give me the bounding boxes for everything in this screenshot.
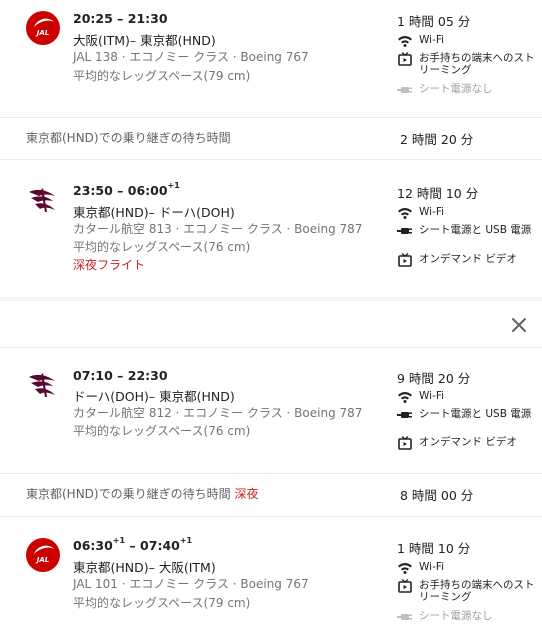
qatar-airways-logo: [29, 373, 55, 397]
legroom: 平均的なレッグスペース(76 cm): [73, 424, 251, 438]
divider: [0, 347, 542, 348]
flight-route: ドーハ(DOH)– 東京都(HND): [73, 389, 235, 404]
flight-times: 20:25 – 21:30: [73, 11, 168, 26]
layover-duration: 8 時間 00 分: [400, 488, 474, 503]
amenity-label: シート電源なし: [419, 83, 493, 95]
tv-icon: [398, 579, 412, 593]
layover-row: 東京都(HND)での乗り継ぎの待ち時間 深夜 8 時間 00 分: [0, 485, 542, 503]
wifi-icon: [398, 208, 412, 219]
arrival-time: 07:40: [140, 538, 180, 553]
divider: [0, 159, 542, 160]
departure-arrival-time: 23:50 – 06:00: [73, 183, 168, 198]
amenity-label: シート電源なし: [419, 610, 493, 622]
amenity-label: シート電源と USB 電源: [419, 408, 532, 420]
section-separator: [0, 297, 542, 301]
legroom: 平均的なレッグスペース(79 cm): [73, 69, 251, 83]
layover-text-main: 東京都(HND)での乗り継ぎの待ち時間: [26, 487, 231, 501]
flight-details: JAL 101 · エコノミー クラス · Boeing 767: [73, 577, 309, 591]
qatar-airways-logo: [29, 188, 55, 212]
amenity-label: Wi-Fi: [419, 390, 445, 402]
svg-text:JAL: JAL: [35, 556, 49, 564]
power-plug-icon: [397, 228, 412, 234]
close-icon[interactable]: [511, 317, 527, 333]
plug-icon: [397, 87, 412, 93]
amenity-label: オンデマンド ビデオ: [419, 436, 517, 448]
tv-icon: [398, 253, 412, 267]
flight-duration: 1 時間 10 分: [397, 541, 471, 556]
overnight-flight-label: 深夜フライト: [73, 258, 146, 272]
layover-text: 東京都(HND)での乗り継ぎの待ち時間: [26, 131, 231, 145]
next-day-indicator: +1: [112, 536, 126, 545]
layover-row: 東京都(HND)での乗り継ぎの待ち時間 2 時間 20 分: [0, 129, 542, 147]
next-day-indicator: +1: [167, 181, 180, 190]
flight-duration: 1 時間 05 分: [397, 14, 471, 29]
flight-duration: 12 時間 10 分: [397, 186, 479, 201]
flight-details: JAL 138 · エコノミー クラス · Boeing 767: [73, 50, 309, 64]
jal-logo: JAL: [26, 11, 60, 45]
amenity-label: お手持ちの端末へのストリーミング: [419, 579, 535, 603]
amenity-label: Wi-Fi: [419, 34, 445, 46]
legroom: 平均的なレッグスペース(79 cm): [73, 596, 251, 610]
power-plug-icon: [397, 412, 412, 418]
layover-duration: 2 時間 20 分: [400, 132, 474, 147]
tv-icon: [398, 52, 412, 66]
time-separator: –: [125, 538, 141, 553]
wifi-icon: [398, 563, 412, 574]
divider: [0, 516, 542, 517]
divider: [0, 473, 542, 474]
wifi-icon: [398, 36, 412, 47]
layover-text: 東京都(HND)での乗り継ぎの待ち時間 深夜: [26, 485, 258, 502]
svg-text:JAL: JAL: [35, 29, 49, 37]
next-day-indicator: +1: [179, 536, 193, 545]
flight-duration: 9 時間 20 分: [397, 371, 471, 386]
flight-details: カタール航空 812 · エコノミー クラス · Boeing 787: [73, 406, 363, 420]
departure-time: 06:30: [73, 538, 113, 553]
jal-logo: JAL: [26, 538, 60, 572]
flight-details: カタール航空 813 · エコノミー クラス · Boeing 787: [73, 222, 363, 236]
flight-times: 23:50 – 06:00+1: [73, 181, 180, 199]
amenity-label: お手持ちの端末へのストリーミング: [419, 52, 535, 76]
amenity-label: オンデマンド ビデオ: [419, 253, 517, 265]
plug-icon: [397, 614, 412, 620]
flight-route: 東京都(HND)– ドーハ(DOH): [73, 205, 235, 220]
wifi-icon: [398, 392, 412, 403]
flight-times: 06:30+1 – 07:40+1: [73, 536, 193, 554]
flight-route: 大阪(ITM)– 東京都(HND): [73, 33, 216, 48]
amenity-label: Wi-Fi: [419, 206, 445, 218]
amenity-label: シート電源と USB 電源: [419, 224, 532, 236]
amenity-label: Wi-Fi: [419, 561, 445, 573]
flight-times: 07:10 – 22:30: [73, 368, 168, 383]
overnight-layover-label: 深夜: [234, 487, 259, 501]
divider: [0, 117, 542, 118]
tv-icon: [398, 436, 412, 450]
flight-route: 東京都(HND)– 大阪(ITM): [73, 560, 216, 575]
legroom: 平均的なレッグスペース(76 cm): [73, 240, 251, 254]
